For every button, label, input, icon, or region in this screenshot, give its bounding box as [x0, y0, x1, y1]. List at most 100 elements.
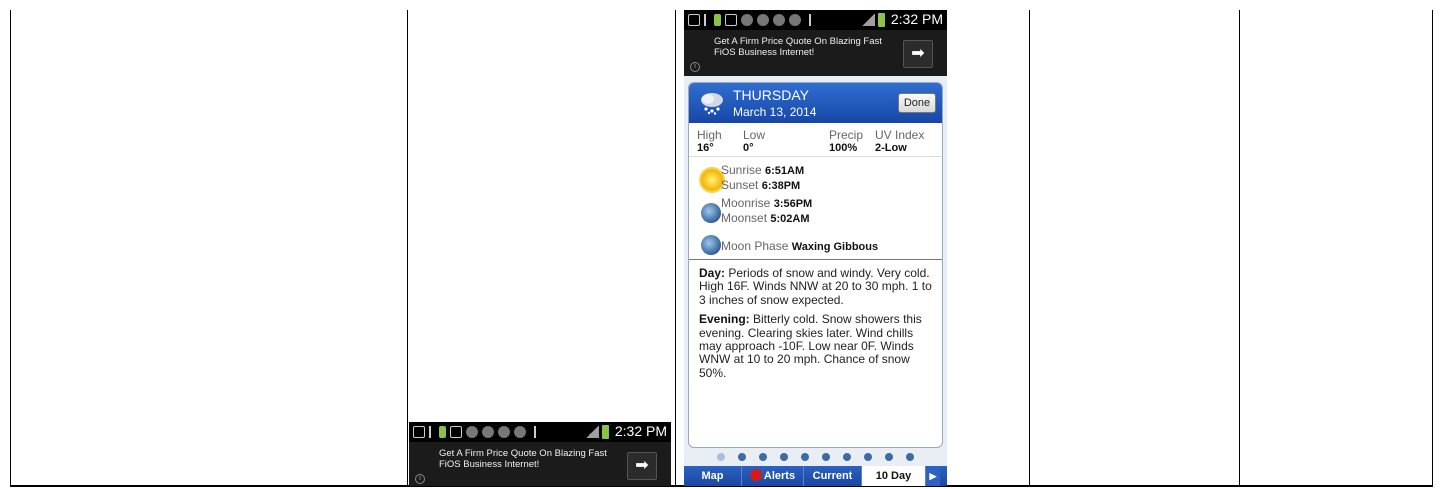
stat-value: 100% — [829, 142, 858, 154]
tab-map[interactable]: Map — [684, 466, 742, 486]
notification-icons — [413, 425, 536, 439]
evening-forecast: Evening: Bitterly cold. Snow showers thi… — [699, 313, 934, 380]
page-dot[interactable] — [822, 453, 830, 461]
grid-line — [407, 10, 408, 486]
app-content: THURSDAY March 13, 2014 Done High 16° Lo… — [684, 76, 947, 486]
moon-icon — [701, 203, 721, 223]
day-date: March 13, 2014 — [733, 105, 817, 119]
ad-text: Get A Firm Price Quote On Blazing Fast F… — [714, 36, 882, 58]
moonset-label: Moonset — [721, 211, 768, 225]
moonrise-row: Moonrise 3:56PM — [721, 196, 812, 210]
page-dot[interactable] — [738, 453, 746, 461]
sunrise-row: Sunrise 6:51AM — [721, 163, 804, 177]
sunrise-value: 6:51AM — [765, 165, 805, 177]
tab-alerts-label: Alerts — [763, 470, 796, 482]
page-dot[interactable] — [780, 453, 788, 461]
moonset-value: 5:02AM — [770, 213, 810, 225]
page-dot[interactable] — [759, 453, 767, 461]
ad-banner[interactable]: Get A Firm Price Quote On Blazing Fast F… — [409, 442, 671, 486]
grid-line — [1029, 10, 1030, 486]
moonrise-value: 3:56PM — [773, 198, 813, 210]
arrow-right-icon[interactable]: ➡ — [903, 40, 933, 68]
snow-cloud-icon — [701, 93, 723, 115]
done-button[interactable]: Done — [898, 93, 936, 113]
weather-icon — [789, 14, 801, 26]
page-dot[interactable] — [864, 453, 872, 461]
back-icon — [688, 14, 700, 26]
page-dot[interactable] — [906, 453, 914, 461]
stat-label: Low — [743, 128, 766, 142]
page-dot[interactable] — [885, 453, 893, 461]
arrow-right-icon[interactable]: ➡ — [627, 452, 657, 480]
weather-icon — [741, 14, 753, 26]
weather-icon — [773, 14, 785, 26]
weather-icon — [757, 14, 769, 26]
back-icon — [413, 426, 425, 438]
page-dot[interactable] — [717, 453, 725, 461]
moon-phase-value: Waxing Gibbous — [791, 241, 879, 253]
day-name: THURSDAY — [733, 87, 809, 103]
moon-phase-label: Moon Phase — [721, 239, 789, 253]
evening-forecast-label: Evening: — [699, 312, 750, 327]
day-forecast-text: Periods of snow and windy. Very cold. Hi… — [699, 266, 932, 307]
ad-banner[interactable]: Get A Firm Price Quote On Blazing Fast F… — [684, 30, 947, 76]
bluetooth-icon — [530, 426, 536, 438]
calendar-icon — [725, 14, 737, 26]
page-dot[interactable] — [843, 453, 851, 461]
sunrise-label: Sunrise — [721, 163, 762, 177]
battery-icon — [602, 425, 609, 439]
sunset-value: 6:38PM — [761, 180, 801, 192]
stats-row: High 16° Low 0° Precip 100% UV Index 2-L… — [689, 125, 942, 157]
section-divider — [689, 259, 942, 260]
play-icon[interactable]: ▶ — [926, 466, 940, 486]
status-bar: 2:32 PM — [684, 10, 947, 30]
forecast-text: Day: Periods of snow and windy. Very col… — [699, 266, 934, 386]
stat-low: Low 0° — [743, 128, 765, 155]
sunset-label: Sunset — [721, 178, 759, 192]
info-icon[interactable]: i — [690, 62, 700, 72]
grid-line — [1239, 10, 1240, 486]
stat-value: 2-Low — [875, 142, 907, 154]
weather-icon — [498, 426, 510, 438]
tab-10-day[interactable]: 10 Day — [862, 466, 926, 486]
moon-phase-icon — [701, 235, 721, 255]
battery-icon — [878, 13, 885, 27]
stat-high: High 16° — [697, 128, 722, 155]
phone-screen-partial: 2:32 PM Get A Firm Price Quote On Blazin… — [409, 422, 671, 486]
info-icon[interactable]: i — [415, 474, 425, 484]
notification-icons — [688, 13, 811, 27]
moonset-row: Moonset 5:02AM — [721, 211, 810, 225]
stat-label: Precip — [829, 128, 864, 142]
stat-uv-index: UV Index 2-Low — [875, 128, 924, 155]
alert-icon — [749, 469, 762, 481]
bluetooth-icon — [805, 14, 811, 26]
day-forecast-label: Day: — [699, 266, 726, 280]
stat-label: UV Index — [875, 128, 925, 142]
status-time: 2:32 PM — [890, 11, 943, 27]
signal-icon — [861, 14, 875, 26]
card-header: THURSDAY March 13, 2014 Done — [689, 83, 942, 123]
page-dot[interactable] — [801, 453, 809, 461]
astronomy-section: Sunrise 6:51AM Sunset 6:38PM Moonrise 3:… — [689, 159, 942, 259]
stat-value: 0° — [743, 142, 754, 154]
day-detail-card: THURSDAY March 13, 2014 Done High 16° Lo… — [688, 82, 943, 448]
status-time: 2:32 PM — [614, 423, 667, 439]
status-bar: 2:32 PM — [409, 422, 671, 442]
weather-icon — [482, 426, 494, 438]
stat-label: High — [697, 128, 722, 142]
calendar-icon — [450, 426, 462, 438]
usb-icon — [429, 426, 435, 438]
grid-line — [10, 10, 11, 486]
sun-icon — [701, 169, 723, 191]
bottom-tab-bar: Map Alerts Current 10 Day ▶ — [684, 466, 947, 486]
moon-phase-row: Moon Phase Waxing Gibbous — [721, 239, 878, 253]
tab-alerts[interactable]: Alerts — [742, 466, 804, 486]
day-forecast: Day: Periods of snow and windy. Very col… — [699, 266, 934, 307]
sunset-row: Sunset 6:38PM — [721, 178, 800, 192]
grid-line — [675, 10, 676, 486]
tab-current[interactable]: Current — [804, 466, 862, 486]
usb-icon — [704, 14, 710, 26]
signal-icon — [585, 426, 599, 438]
ad-text: Get A Firm Price Quote On Blazing Fast F… — [439, 448, 607, 470]
moonrise-label: Moonrise — [721, 196, 771, 210]
